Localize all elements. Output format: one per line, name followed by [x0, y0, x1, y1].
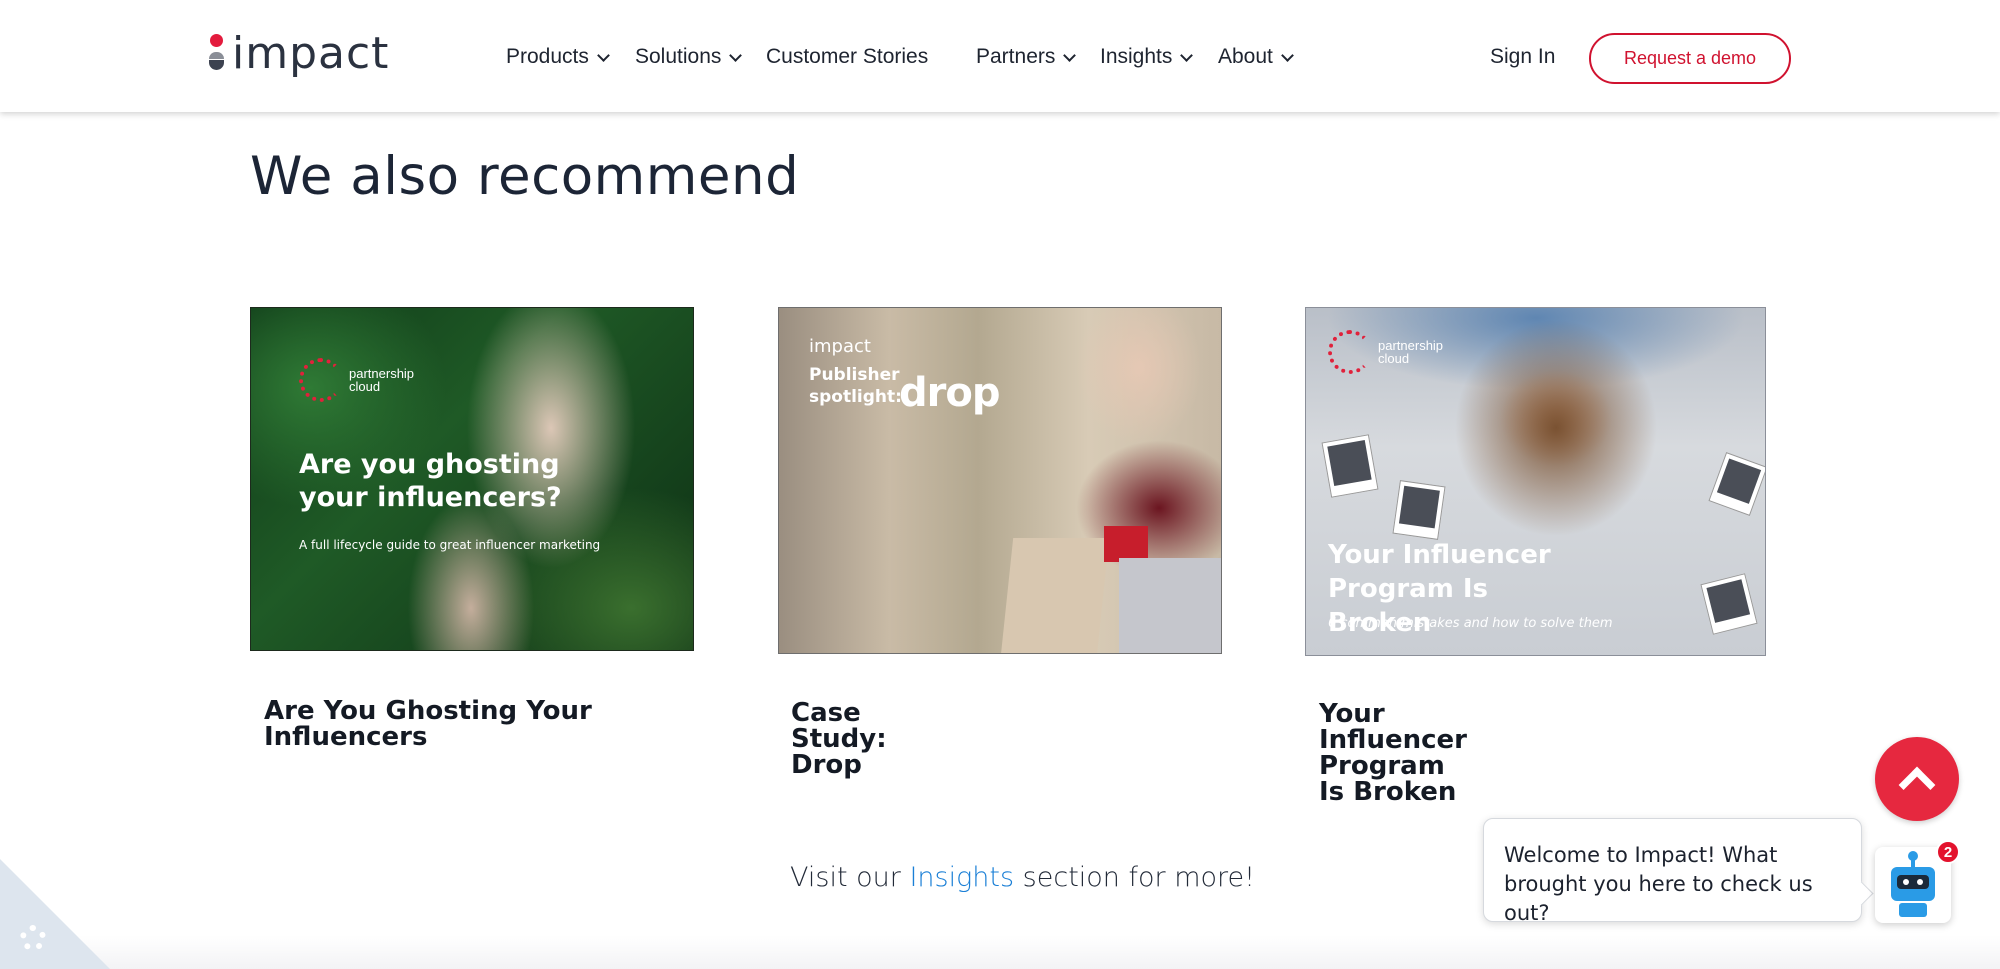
- nav-label: Products: [506, 45, 589, 68]
- page-bottom-fade: [0, 935, 2000, 969]
- gear-icon[interactable]: [20, 925, 46, 951]
- card-title[interactable]: Your Influencer Program Is Broken: [1319, 701, 1467, 805]
- image-headline: Are you ghosting your influencers?: [299, 449, 562, 513]
- brand-text: partnership cloud: [349, 366, 415, 394]
- image-subline: 6 common mistakes and how to solve them: [1328, 616, 1613, 631]
- chat-message: Welcome to Impact! What brought you here…: [1504, 843, 1813, 925]
- visit-prefix: Visit our: [790, 862, 901, 893]
- shopping-bag-shape: [1104, 526, 1148, 562]
- partnership-cloud-logo: partnership cloud: [299, 358, 429, 402]
- visit-suffix: section for more!: [1022, 862, 1255, 893]
- brand-text: partnership cloud: [1378, 338, 1444, 366]
- shopping-bag-shape: [1119, 558, 1221, 653]
- drop-logo-word: drop: [899, 370, 1000, 416]
- chevron-down-icon: [597, 48, 610, 62]
- nav-item-insights[interactable]: Insights: [1100, 42, 1194, 72]
- sign-in-link[interactable]: Sign In: [1490, 42, 1555, 72]
- chat-notification-badge: 2: [1936, 840, 1960, 864]
- nav-label: Customer Stories: [766, 45, 929, 68]
- polaroid-shape: [1708, 452, 1765, 516]
- nav-item-partners[interactable]: Partners: [976, 42, 1077, 72]
- insights-link[interactable]: Insights: [909, 862, 1014, 893]
- polaroid-shape: [1321, 434, 1379, 498]
- impact-logo[interactable]: impact: [208, 28, 389, 80]
- chevron-down-icon: [729, 48, 743, 62]
- partnership-cloud-logo: partnership cloud: [1328, 330, 1458, 374]
- nav-label: About: [1218, 45, 1273, 68]
- polaroid-shape: [1392, 480, 1446, 540]
- chevron-up-icon: [1898, 766, 1936, 804]
- visit-insights-line: Visit our Insights section for more!: [790, 862, 1255, 893]
- chevron-down-icon: [1063, 48, 1077, 62]
- nav-item-products[interactable]: Products: [506, 42, 610, 72]
- nav-label: Solutions: [635, 45, 722, 68]
- card-title[interactable]: Case Study: Drop: [791, 700, 887, 778]
- nav-item-solutions[interactable]: Solutions: [635, 42, 743, 72]
- card-title[interactable]: Are You Ghosting Your Influencers: [264, 698, 594, 750]
- polaroid-shape: [1700, 573, 1758, 635]
- scroll-to-top-button[interactable]: [1875, 737, 1959, 821]
- card-image[interactable]: partnership cloud Are you ghosting your …: [250, 307, 694, 651]
- card-image[interactable]: partnership cloud Your Influencer Progra…: [1305, 307, 1766, 656]
- partnership-cloud-icon: [299, 358, 343, 402]
- chevron-down-icon: [1281, 48, 1294, 62]
- impact-logo-mark-icon: [208, 32, 224, 76]
- logo-text: impact: [232, 28, 390, 79]
- cookie-settings-corner[interactable]: [0, 859, 110, 969]
- image-brand: impact: [809, 336, 871, 357]
- nav-item-about[interactable]: About: [1218, 42, 1294, 72]
- card-image[interactable]: impact Publisher spotlight: drop: [778, 307, 1222, 654]
- nav-item-customer-stories[interactable]: Customer Stories: [766, 42, 928, 72]
- shopping-bag-shape: [1000, 538, 1110, 653]
- section-title: We also recommend: [250, 146, 800, 207]
- nav-label: Partners: [976, 45, 1056, 68]
- partnership-cloud-icon: [1328, 330, 1372, 374]
- nav-label: Insights: [1100, 45, 1173, 68]
- request-demo-button[interactable]: Request a demo: [1589, 33, 1791, 84]
- image-subline: A full lifecycle guide to great influenc…: [299, 538, 601, 552]
- chat-welcome-bubble[interactable]: Welcome to Impact! What brought you here…: [1483, 818, 1862, 925]
- chevron-down-icon: [1180, 48, 1194, 62]
- site-header: impact Products Solutions Customer Stori…: [0, 0, 2000, 112]
